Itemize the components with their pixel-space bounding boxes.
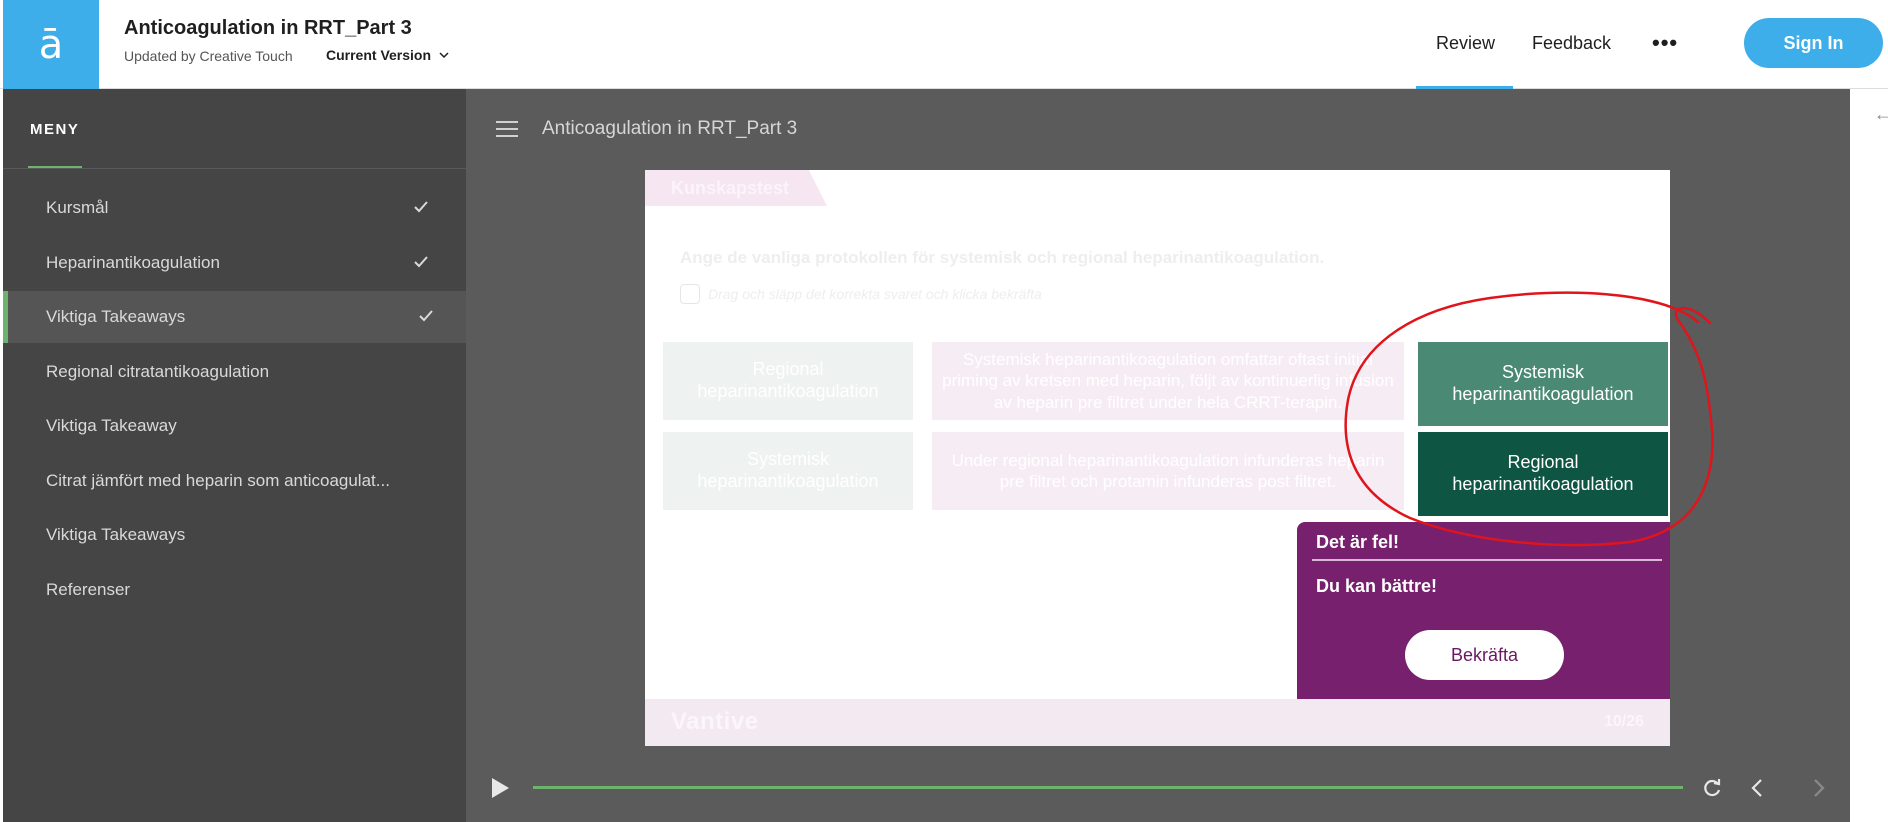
logo-glyph: ā [38,21,64,68]
sidebar-item-viktiga-takeaway[interactable]: Viktiga Takeaway [3,400,466,452]
sidebar-item-kursmal[interactable]: Kursmål [3,182,466,234]
sidebar-item-label: Citrat jämfört med heparin som anticoagu… [46,471,390,490]
sidebar-item-referenser[interactable]: Referenser [3,564,466,616]
replay-icon[interactable] [1700,776,1724,800]
arrow-left-icon[interactable]: ← [1874,104,1888,125]
top-bar: ā Anticoagulation in RRT_Part 3 Updated … [0,0,1888,89]
app-logo[interactable]: ā [3,0,99,89]
nav-review[interactable]: Review [1436,33,1495,54]
nav-feedback[interactable]: Feedback [1532,33,1611,54]
sidebar-item-regional-citrat[interactable]: Regional citratantikoagulation [3,346,466,398]
menu-heading: MENY [30,121,80,138]
sidebar-item-viktiga-takeaways-2[interactable]: Viktiga Takeaways [3,509,466,561]
feedback-divider [1312,559,1662,561]
instruction-hint: Drag och släpp det korrekta svaret och k… [680,284,1042,304]
draggable-answer-regional[interactable]: Regional heparinantikoagulation [1418,432,1668,516]
slide-tab-label: Kunskapstest [671,178,790,198]
sidebar-item-label: Viktiga Takeaways [46,525,186,544]
feedback-message: Du kan bättre! [1316,576,1438,596]
sidebar-item-viktiga-takeaways-active[interactable]: Viktiga Takeaways [3,291,466,343]
more-options-icon[interactable]: ••• [1652,30,1678,56]
progress-bar[interactable] [533,786,1683,789]
checkmark-icon [414,256,428,268]
brand-logo: Vantive [671,708,759,735]
feedback-title: Det är fel! [1316,532,1400,552]
checkmark-icon [419,310,433,322]
checkmark-icon [414,201,428,213]
slide-page-number: 10/26 [1603,713,1644,730]
menu-divider [3,168,466,169]
sidebar-item-label: Regional citratantikoagulation [46,362,270,381]
chevron-left-icon[interactable] [1746,776,1770,800]
drop-target-label[interactable]: Regional heparinantikoagulation [663,342,913,420]
slide-canvas: Kunskapstest Ange de vanliga protokollen… [645,170,1670,746]
question-text: Ange de vanliga protokollen för systemis… [680,248,1325,267]
sidebar-item-citrat-vs-heparin[interactable]: Citrat jämfört med heparin som anticoagu… [3,455,466,507]
sidebar-item-label: Referenser [46,580,131,599]
drop-target-description: Under regional heparinantikoagulation in… [932,432,1404,510]
chevron-right-icon[interactable] [1806,776,1830,800]
play-icon[interactable] [489,776,511,800]
sidebar-item-label: Heparinantikoagulation [46,253,220,272]
sidebar-item-heparinantikoagulation[interactable]: Heparinantikoagulation [3,237,466,289]
drag-hand-icon [680,284,700,304]
sidebar-item-label: Viktiga Takeaway [46,416,177,435]
sidebar-item-label: Viktiga Takeaways [46,307,186,326]
drop-target-description: Systemisk heparinantikoagulation omfatta… [932,342,1404,420]
sign-in-button[interactable]: Sign In [1744,18,1883,68]
version-dropdown[interactable]: Current Version [326,47,449,63]
right-gutter [1850,89,1888,822]
updated-by-text: Updated by Creative Touch [124,48,293,64]
sidebar-menu: MENY Kursmål Heparinantikoagulation Vikt… [3,89,466,822]
drop-target-label[interactable]: Systemisk heparinantikoagulation [663,432,913,510]
version-label: Current Version [326,47,432,63]
draggable-answer-systemisk[interactable]: Systemisk heparinantikoagulation [1418,342,1668,426]
chevron-down-icon [439,52,449,59]
lesson-title: Anticoagulation in RRT_Part 3 [542,118,798,139]
sidebar-item-label: Kursmål [46,198,109,217]
hint-text: Drag och släpp det korrekta svaret och k… [708,286,1042,302]
hamburger-menu-icon[interactable] [496,121,518,137]
slide-footer: Vantive 10/26 [645,699,1670,746]
course-title: Anticoagulation in RRT_Part 3 [124,17,412,39]
feedback-panel: Det är fel! Du kan bättre! Bekräfta [1297,522,1670,706]
confirm-button[interactable]: Bekräfta [1405,630,1564,680]
